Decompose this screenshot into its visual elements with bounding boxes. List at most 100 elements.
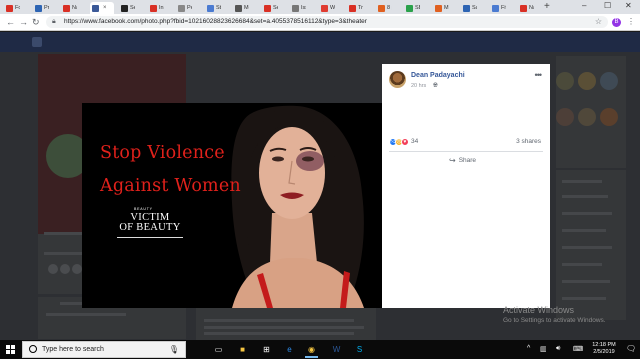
chrome-icon[interactable]: ◉ bbox=[305, 343, 318, 358]
tab-label: Na bbox=[72, 5, 77, 11]
tab-favicon-icon bbox=[378, 4, 385, 12]
browser-tab[interactable]: Nar bbox=[518, 2, 534, 14]
share-arrow-icon: ↪ bbox=[449, 156, 456, 165]
post-photo[interactable]: Stop Violence Against Women BEAUTY VICTI… bbox=[82, 103, 382, 308]
search-icon bbox=[29, 345, 37, 353]
browser-tab[interactable]: Sey bbox=[119, 2, 135, 14]
post-info-panel: Dean Padayachi 20 hrs 🌐︎ ••• 👍︎ ☹ ♥ 34 3… bbox=[382, 64, 550, 308]
browser-tab[interactable]: Five bbox=[490, 2, 506, 14]
share-button[interactable]: ↪ Share bbox=[449, 156, 476, 165]
tab-label: Sey bbox=[130, 5, 135, 11]
tab-favicon-icon bbox=[150, 4, 157, 12]
photo-victim-text: VICTIM OF BEAUTY bbox=[100, 212, 200, 233]
facebook-logo-icon bbox=[32, 37, 42, 47]
tab-label: Sey bbox=[273, 5, 278, 11]
tab-label: Tra bbox=[358, 5, 363, 11]
tab-label: Say bbox=[472, 5, 477, 11]
tab-favicon-icon bbox=[63, 4, 70, 12]
browser-tab[interactable]: Inb bbox=[148, 2, 164, 14]
volume-icon[interactable]: 🔊︎ bbox=[556, 345, 560, 353]
browser-tab[interactable]: Na bbox=[61, 2, 77, 14]
address-bar[interactable]: 🔒︎ https://www.facebook.com/photo.php?fb… bbox=[46, 16, 608, 28]
browser-tab[interactable]: Sey bbox=[262, 2, 278, 14]
activate-windows-subtitle: Go to Settings to activate Windows. bbox=[503, 317, 606, 324]
browser-tab[interactable]: Pen bbox=[176, 2, 192, 14]
notification-icon[interactable]: 🗨︎ bbox=[626, 344, 636, 353]
tab-label: Five bbox=[501, 5, 506, 11]
microphone-icon[interactable]: 🎙︎ bbox=[169, 345, 179, 354]
browser-tab[interactable]: Me bbox=[233, 2, 249, 14]
browser-tab[interactable]: Issu bbox=[290, 2, 306, 14]
woman-portrait-illustration bbox=[231, 105, 364, 308]
bookmark-star-icon[interactable]: ☆ bbox=[595, 17, 602, 26]
new-tab-button[interactable]: + bbox=[544, 2, 550, 12]
profile-avatar[interactable]: B bbox=[612, 18, 621, 27]
tray-chevron-icon[interactable]: ^ bbox=[527, 345, 530, 352]
post-timestamp[interactable]: 20 hrs bbox=[411, 83, 426, 89]
taskbar-search-box[interactable]: Type here to search 🎙︎ bbox=[22, 341, 186, 358]
shares-count[interactable]: 3 shares bbox=[516, 138, 541, 145]
tab-favicon-icon bbox=[264, 4, 271, 12]
lock-icon: 🔒︎ bbox=[52, 18, 56, 25]
share-label: Share bbox=[458, 157, 477, 164]
tab-label: Me bbox=[244, 5, 249, 11]
url-text[interactable]: https://www.facebook.com/photo.php?fbid=… bbox=[64, 18, 367, 25]
reload-icon[interactable]: ↻ bbox=[32, 17, 40, 27]
word-icon[interactable]: W bbox=[330, 343, 343, 355]
tab-favicon-icon bbox=[321, 4, 328, 12]
network-icon[interactable]: ▥ bbox=[540, 345, 547, 353]
photo-headline-line1: Stop Violence bbox=[100, 143, 225, 163]
maximize-button[interactable]: ☐ bbox=[604, 1, 611, 11]
tab-favicon-icon bbox=[492, 4, 499, 12]
tab-label: Stru bbox=[216, 5, 221, 11]
divider bbox=[389, 151, 543, 152]
file-explorer-icon[interactable]: ■ bbox=[236, 343, 249, 355]
forward-arrow-icon[interactable]: → bbox=[19, 17, 28, 27]
browser-tab[interactable]: Fon bbox=[4, 2, 20, 14]
browser-tab[interactable]: MH bbox=[433, 2, 449, 14]
close-window-button[interactable]: ✕ bbox=[625, 1, 632, 11]
store-icon[interactable]: ⊞ bbox=[260, 343, 273, 355]
browser-tab[interactable]: SBC bbox=[404, 2, 420, 14]
more-options-icon[interactable]: ••• bbox=[535, 70, 543, 80]
tab-label: Nar bbox=[529, 5, 534, 11]
taskbar-clock[interactable]: 12:18 PM 2/5/2019 bbox=[588, 342, 620, 356]
tab-favicon-icon bbox=[349, 4, 356, 12]
tab-label: WC bbox=[330, 5, 335, 11]
public-globe-icon: 🌐︎ bbox=[433, 83, 438, 89]
tab-favicon-icon bbox=[35, 4, 42, 12]
tab-label: Pre bbox=[44, 5, 49, 11]
photo-victim-line2: OF BEAUTY bbox=[119, 222, 181, 233]
close-tab-icon[interactable]: × bbox=[103, 5, 107, 11]
browser-tab[interactable]: 8 p bbox=[376, 2, 392, 14]
browser-tab[interactable]: Say bbox=[461, 2, 477, 14]
task-view-icon[interactable]: ▭ bbox=[212, 343, 225, 355]
skype-icon[interactable]: S bbox=[353, 343, 366, 355]
tab-label: Fon bbox=[15, 5, 20, 11]
tab-favicon-icon bbox=[235, 4, 242, 12]
reaction-summary[interactable]: 👍︎ ☹ ♥ 34 bbox=[389, 137, 418, 146]
edge-icon[interactable]: e bbox=[283, 343, 296, 355]
browser-tab[interactable]: Tra bbox=[347, 2, 363, 14]
browser-menu-icon[interactable]: ⋮ bbox=[627, 17, 635, 26]
author-avatar[interactable] bbox=[389, 71, 406, 88]
tab-favicon-icon bbox=[435, 4, 442, 12]
back-arrow-icon[interactable]: ← bbox=[6, 17, 15, 27]
browser-tab[interactable]: × bbox=[90, 2, 114, 14]
windows-start-icon[interactable] bbox=[6, 345, 15, 354]
browser-tab[interactable]: Stru bbox=[205, 2, 221, 14]
tab-favicon-icon bbox=[292, 4, 299, 12]
tab-label: Pen bbox=[187, 5, 192, 11]
browser-tab[interactable]: WC bbox=[319, 2, 335, 14]
author-name[interactable]: Dean Padayachi bbox=[411, 72, 465, 79]
minimize-button[interactable]: – bbox=[582, 1, 586, 11]
tab-favicon-icon bbox=[406, 4, 413, 12]
tab-label: Inb bbox=[159, 5, 164, 11]
browser-tab[interactable]: Pre bbox=[33, 2, 49, 14]
language-icon[interactable]: ⌨ bbox=[573, 345, 583, 353]
tab-favicon-icon bbox=[520, 4, 527, 12]
tab-favicon-icon bbox=[463, 4, 470, 12]
photo-underline bbox=[117, 237, 183, 238]
activate-windows-title: Activate Windows bbox=[503, 305, 575, 315]
tab-label: SBC bbox=[415, 5, 420, 11]
